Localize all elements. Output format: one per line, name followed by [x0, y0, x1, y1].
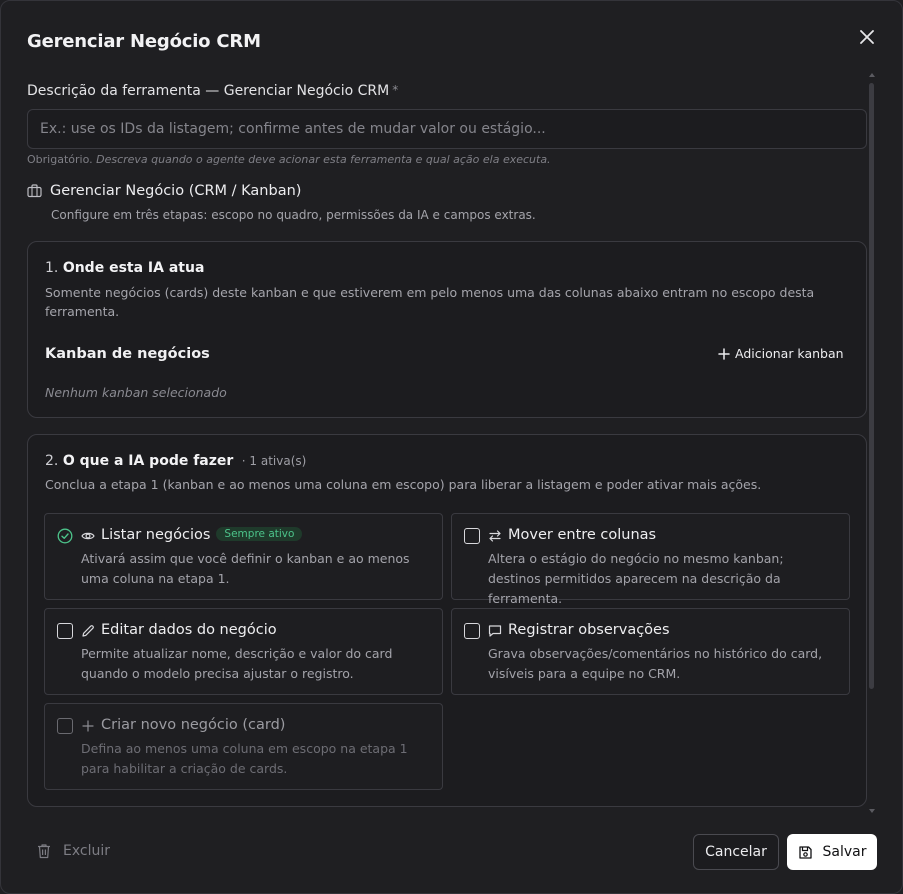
hint-required: Obrigatório. — [27, 153, 93, 166]
step1-title-text: Onde esta IA atua — [62, 260, 205, 276]
step1-title: 1. Onde esta IA atua — [45, 260, 204, 276]
edit-deal-checkbox[interactable] — [57, 623, 73, 639]
close-button[interactable] — [856, 26, 878, 48]
step2-card: 2. O que a IA pode fazer · 1 ativa(s) Co… — [27, 434, 867, 807]
section-subtitle: Configure em três etapas: escopo no quad… — [51, 208, 536, 222]
dialog-title: Gerenciar Negócio CRM — [27, 31, 261, 52]
hint-text: Descreva quando o agente deve acionar es… — [96, 153, 551, 166]
option-title-text: Listar negócios — [101, 527, 211, 543]
trash-icon — [38, 844, 50, 859]
crm-tool-dialog: Gerenciar Negócio CRM Descrição da ferra… — [0, 0, 903, 894]
step2-title: 2. O que a IA pode fazer · 1 ativa(s) — [45, 453, 306, 469]
register-notes-checkbox[interactable] — [464, 623, 480, 639]
always-active-badge: Sempre ativo — [216, 527, 303, 541]
active-count: · 1 ativa(s) — [241, 454, 307, 468]
save-button[interactable]: Salvar — [787, 834, 877, 870]
step2-number: 2. — [45, 453, 59, 469]
scroll-up-arrow-icon[interactable] — [869, 73, 875, 77]
option-description: Ativará assim que você definir o kanban … — [81, 551, 410, 586]
move-columns-checkbox[interactable] — [464, 528, 480, 544]
step1-card: 1. Onde esta IA atua Somente negócios (c… — [27, 241, 867, 418]
option-description: Altera o estágio do negócio no mesmo kan… — [488, 551, 784, 606]
option-create-deal[interactable]: Criar novo negócio (card) Defina ao meno… — [44, 703, 443, 790]
save-icon — [798, 845, 812, 859]
option-description: Permite atualizar nome, descrição e valo… — [81, 646, 393, 681]
close-icon — [860, 30, 874, 44]
description-field-label: Descrição da ferramenta — Gerenciar Negó… — [27, 83, 398, 99]
section-title: Gerenciar Negócio (CRM / Kanban) — [50, 183, 302, 199]
option-title: Listar negócios Sempre ativo — [101, 527, 303, 543]
option-title: Mover entre colunas — [508, 527, 657, 543]
description-label-text: Descrição da ferramenta — Gerenciar Negó… — [27, 83, 390, 99]
plus-icon — [718, 347, 730, 360]
option-register-notes[interactable]: Registrar observações Grava observações/… — [451, 608, 850, 695]
comment-icon — [488, 625, 502, 637]
option-description: Defina ao menos uma coluna em escopo na … — [81, 741, 408, 776]
delete-button[interactable]: Excluir — [37, 843, 110, 859]
section-header: Gerenciar Negócio (CRM / Kanban) — [27, 183, 301, 199]
option-title: Registrar observações — [508, 622, 670, 638]
required-mark: * — [392, 83, 399, 97]
empty-kanban-text: Nenhum kanban selecionado — [45, 385, 227, 400]
option-title: Criar novo negócio (card) — [101, 717, 286, 733]
option-edit-deal[interactable]: Editar dados do negócio Permite atualiza… — [44, 608, 443, 695]
cancel-button[interactable]: Cancelar — [693, 834, 779, 870]
save-label: Salvar — [822, 844, 867, 860]
step2-description: Conclua a etapa 1 (kanban e ao menos uma… — [45, 477, 762, 492]
step2-title-text: O que a IA pode fazer — [62, 453, 234, 469]
scroll-down-arrow-icon[interactable] — [869, 809, 875, 813]
eye-icon — [81, 532, 95, 540]
option-description: Grava observações/comentários no históri… — [488, 646, 823, 681]
description-hint: Obrigatório. Descreva quando o agente de… — [27, 153, 551, 166]
kanban-section-title: Kanban de negócios — [45, 346, 210, 362]
check-circle-icon — [57, 528, 73, 544]
arrows-swap-icon — [489, 530, 501, 542]
option-move-columns[interactable]: Mover entre colunas Altera o estágio do … — [451, 513, 850, 606]
briefcase-icon — [27, 184, 42, 198]
tool-description-input[interactable] — [27, 109, 867, 149]
option-title: Editar dados do negócio — [101, 622, 277, 638]
option-list-deals[interactable]: Listar negócios Sempre ativo Ativará assi… — [44, 513, 443, 600]
add-kanban-button[interactable]: Adicionar kanban — [718, 346, 844, 361]
delete-label: Excluir — [63, 843, 110, 859]
step1-description: Somente negócios (cards) deste kanban e … — [45, 285, 815, 319]
step1-number: 1. — [45, 260, 59, 276]
create-deal-checkbox[interactable] — [57, 718, 73, 734]
add-kanban-label: Adicionar kanban — [735, 346, 844, 361]
plus-icon — [82, 720, 94, 732]
pencil-icon — [82, 625, 94, 637]
scrollbar-thumb[interactable] — [869, 83, 874, 689]
